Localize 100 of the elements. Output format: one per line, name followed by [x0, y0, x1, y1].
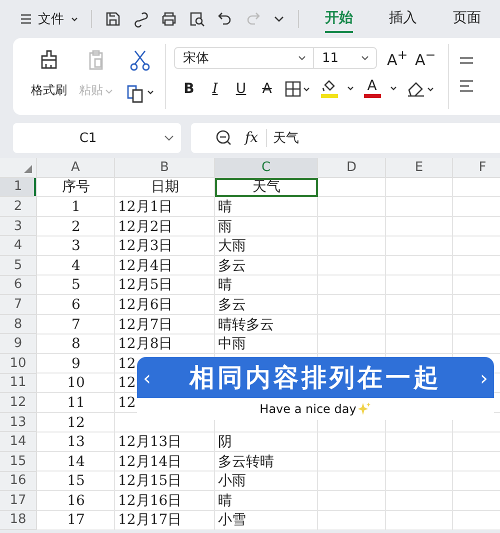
- table-cell[interactable]: 12: [118, 394, 136, 411]
- table-cell[interactable]: 12月16日: [118, 492, 182, 510]
- table-cell[interactable]: 序号: [62, 178, 90, 196]
- row-header[interactable]: 3: [0, 216, 37, 236]
- table-cell[interactable]: 小雪: [218, 511, 246, 530]
- italic-button[interactable]: I: [206, 80, 224, 96]
- link-icon[interactable]: [132, 10, 150, 28]
- row-header[interactable]: 7: [0, 295, 37, 315]
- row-header[interactable]: 1: [0, 178, 37, 198]
- table-cell[interactable]: 晴: [218, 198, 232, 216]
- table-cell[interactable]: 多云: [218, 256, 246, 275]
- table-cell[interactable]: 天气: [215, 178, 318, 198]
- table-cell[interactable]: 1: [72, 198, 80, 215]
- table-cell[interactable]: 11: [67, 394, 85, 411]
- eraser-icon[interactable]: [406, 80, 436, 98]
- name-box[interactable]: C1: [13, 123, 181, 153]
- column-header[interactable]: A: [37, 158, 115, 178]
- table-cell[interactable]: 小雨: [218, 472, 246, 490]
- row-header[interactable]: 12: [0, 393, 37, 413]
- table-cell[interactable]: 13: [67, 434, 85, 450]
- zoom-icon[interactable]: [215, 129, 233, 147]
- table-cell[interactable]: 12月13日: [118, 433, 182, 452]
- function-button[interactable]: fx: [245, 130, 258, 146]
- previous-arrow[interactable]: ‹: [143, 366, 151, 390]
- row-header[interactable]: 16: [0, 472, 37, 492]
- column-header[interactable]: F: [453, 158, 500, 178]
- table-cell[interactable]: 10: [67, 375, 85, 392]
- table-cell[interactable]: 3: [72, 238, 80, 254]
- column-header[interactable]: E: [386, 158, 453, 178]
- table-cell[interactable]: 多云: [218, 296, 246, 314]
- row-header[interactable]: 18: [0, 510, 37, 530]
- table-cell[interactable]: 12月1日: [118, 198, 173, 216]
- table-cell[interactable]: 12月8日: [118, 335, 173, 354]
- strike-button[interactable]: A: [258, 80, 276, 96]
- table-cell[interactable]: 14: [67, 454, 85, 470]
- print-preview-icon[interactable]: [188, 10, 206, 28]
- table-cell[interactable]: 12月5日: [118, 276, 173, 294]
- table-cell[interactable]: 12月2日: [118, 218, 173, 236]
- table-cell[interactable]: 12月14日: [118, 452, 182, 471]
- bold-button[interactable]: B: [180, 80, 198, 96]
- next-arrow[interactable]: ›: [480, 366, 488, 390]
- row-header[interactable]: 9: [0, 334, 37, 354]
- row-header[interactable]: 10: [0, 354, 37, 374]
- table-cell[interactable]: 8: [72, 336, 80, 352]
- table-cell[interactable]: 晴: [218, 276, 232, 294]
- table-cell[interactable]: 晴: [218, 492, 232, 510]
- table-cell[interactable]: 15: [67, 473, 85, 490]
- caret-icon[interactable]: [389, 84, 398, 93]
- table-cell[interactable]: 6: [72, 296, 80, 313]
- table-cell[interactable]: 12: [67, 414, 85, 431]
- table-cell[interactable]: 12: [118, 356, 136, 372]
- font-size-dropdown[interactable]: 11: [313, 47, 377, 69]
- table-cell[interactable]: 12月6日: [118, 296, 173, 314]
- table-cell[interactable]: 12: [118, 375, 136, 392]
- align-icon[interactable]: [459, 56, 473, 66]
- column-header[interactable]: D: [318, 158, 386, 178]
- table-cell[interactable]: 12月3日: [118, 237, 173, 256]
- column-header[interactable]: B: [115, 158, 215, 178]
- table-cell[interactable]: 2: [72, 218, 80, 235]
- file-menu[interactable]: 文件: [38, 10, 79, 28]
- row-header[interactable]: 6: [0, 276, 37, 296]
- format-painter-button[interactable]: 格式刷: [31, 82, 67, 99]
- table-cell[interactable]: 日期: [151, 178, 179, 196]
- align-icon[interactable]: [459, 80, 473, 92]
- table-cell[interactable]: 5: [72, 277, 80, 294]
- row-header[interactable]: 13: [0, 412, 37, 432]
- table-cell[interactable]: 阴: [218, 433, 232, 452]
- row-header[interactable]: 5: [0, 256, 37, 276]
- table-cell[interactable]: 12月17日: [118, 511, 182, 530]
- table-cell[interactable]: 12月4日: [118, 256, 173, 275]
- select-all-icon[interactable]: [24, 164, 32, 173]
- table-cell[interactable]: 中雨: [218, 335, 246, 354]
- scissors-icon[interactable]: [128, 48, 152, 72]
- table-cell[interactable]: 7: [72, 316, 80, 333]
- row-header[interactable]: 15: [0, 452, 37, 472]
- borders-icon[interactable]: [284, 80, 312, 98]
- row-header[interactable]: 14: [0, 432, 37, 452]
- print-icon[interactable]: [160, 10, 178, 28]
- table-cell[interactable]: 17: [67, 512, 85, 528]
- font-size-button[interactable]: A$^{−}$: [415, 47, 433, 69]
- table-cell[interactable]: 雨: [218, 218, 232, 236]
- table-cell[interactable]: 12月15日: [118, 472, 182, 490]
- row-header[interactable]: 8: [0, 314, 37, 334]
- caret-icon[interactable]: [346, 84, 355, 93]
- save-icon[interactable]: [104, 10, 122, 28]
- ribbon-tab[interactable]: 插入: [389, 5, 417, 33]
- row-header[interactable]: 2: [0, 197, 37, 217]
- table-cell[interactable]: 大雨: [218, 237, 246, 256]
- font-size-button[interactable]: A$^{+}$: [387, 47, 405, 69]
- ribbon-tab[interactable]: 开始: [325, 5, 353, 33]
- formula-field[interactable]: fx 天气: [191, 123, 500, 153]
- menu-icon[interactable]: [20, 13, 32, 25]
- underline-button[interactable]: U: [232, 80, 250, 96]
- table-cell[interactable]: 9: [72, 356, 80, 372]
- row-header[interactable]: 11: [0, 374, 37, 394]
- table-cell[interactable]: 多云转晴: [218, 452, 274, 471]
- ribbon-tab[interactable]: 页面: [453, 5, 481, 33]
- table-cell[interactable]: 4: [72, 258, 80, 274]
- column-header[interactable]: C: [215, 158, 318, 178]
- table-cell[interactable]: 晴转多云: [218, 316, 274, 334]
